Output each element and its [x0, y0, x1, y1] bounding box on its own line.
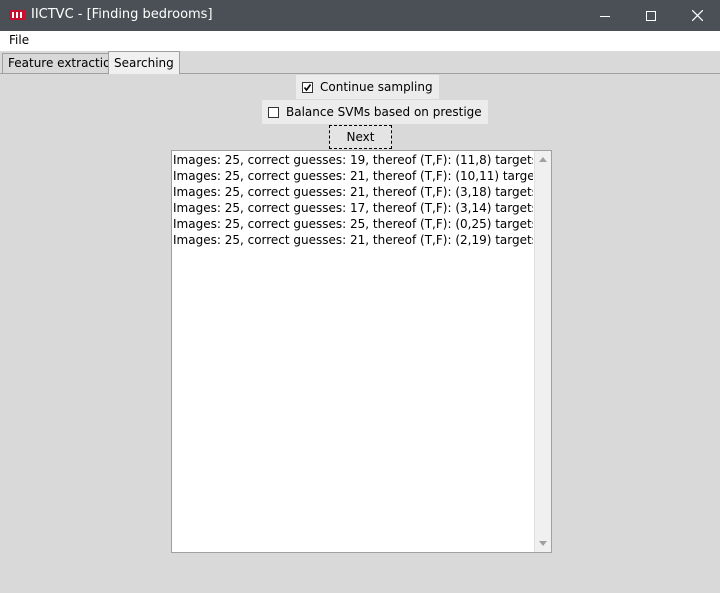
minimize-icon: [600, 15, 610, 17]
close-button[interactable]: [674, 0, 720, 31]
window-title: IICTVC - [Finding bedrooms]: [31, 7, 213, 22]
maximize-icon: [646, 10, 656, 21]
title-bar[interactable]: IICTVC - [Finding bedrooms]: [0, 0, 720, 31]
scroll-up-arrow-icon: [539, 157, 547, 162]
log-line: Images: 25, correct guesses: 21, thereof…: [173, 169, 533, 183]
tab-searching[interactable]: Searching: [108, 51, 180, 74]
checkmark-icon: [303, 83, 312, 91]
log-line: Images: 25, correct guesses: 21, thereof…: [173, 233, 533, 247]
vertical-scrollbar[interactable]: [534, 151, 551, 552]
maximize-button[interactable]: [628, 0, 674, 31]
continue-sampling-label: Continue sampling: [320, 80, 433, 94]
balance-svms-label: Balance SVMs based on prestige: [286, 105, 482, 119]
next-button[interactable]: Next: [329, 125, 392, 149]
log-line: Images: 25, correct guesses: 19, thereof…: [173, 153, 533, 167]
log-lines: Images: 25, correct guesses: 19, thereof…: [173, 152, 533, 248]
minimize-button[interactable]: [582, 0, 628, 31]
menu-bar: File: [0, 31, 720, 51]
checkbox-box[interactable]: [302, 81, 313, 93]
tab-feature-extraction[interactable]: Feature extraction: [2, 53, 125, 73]
scroll-down-arrow-icon: [539, 541, 547, 546]
log-line: Images: 25, correct guesses: 21, thereof…: [173, 185, 533, 199]
log-line: Images: 25, correct guesses: 17, thereof…: [173, 201, 533, 215]
tab-strip: Feature extraction Searching: [0, 51, 720, 74]
balance-svms-checkbox[interactable]: Balance SVMs based on prestige: [262, 100, 488, 124]
menu-file[interactable]: File: [9, 33, 29, 47]
scroll-up-button[interactable]: [535, 151, 551, 168]
scroll-down-button[interactable]: [535, 535, 551, 552]
log-line: Images: 25, correct guesses: 25, thereof…: [173, 217, 533, 231]
checkbox-box[interactable]: [268, 106, 279, 118]
results-log[interactable]: Images: 25, correct guesses: 19, thereof…: [171, 150, 552, 553]
close-icon: [691, 10, 703, 21]
continue-sampling-checkbox[interactable]: Continue sampling: [296, 75, 439, 99]
app-logo-icon: [9, 9, 25, 21]
